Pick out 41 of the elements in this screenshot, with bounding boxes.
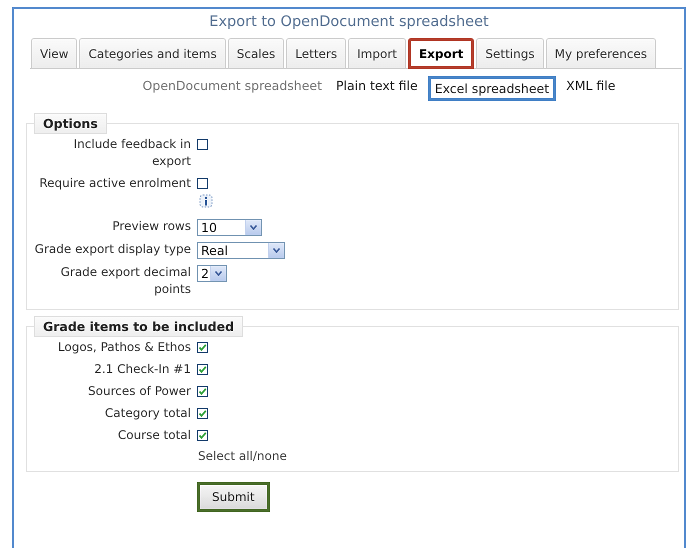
checkbox[interactable]	[197, 364, 208, 375]
tab[interactable]: Import	[348, 38, 406, 68]
tab[interactable]: Settings	[476, 38, 544, 68]
caret-icon	[273, 248, 280, 253]
field-label: Include feedback in export	[72, 136, 191, 170]
tab[interactable]: Letters	[286, 38, 346, 68]
format-link[interactable]: Excel spreadsheet	[428, 76, 556, 101]
tab[interactable]: Scales	[228, 38, 284, 68]
info-icon[interactable]	[199, 194, 213, 208]
item-label: Sources of Power	[88, 383, 191, 400]
item-label: Course total	[118, 427, 191, 444]
format-link[interactable]: Plain text file	[332, 76, 422, 101]
tab[interactable]: Export	[408, 38, 474, 69]
format-link[interactable]: XML file	[562, 76, 620, 101]
caret-icon	[215, 271, 222, 276]
dropdown[interactable]: Real	[197, 242, 285, 259]
checkbox[interactable]	[197, 178, 208, 189]
item-label: Category total	[104, 405, 191, 422]
format-link[interactable]: OpenDocument spreadsheet	[138, 76, 326, 101]
checkbox[interactable]	[197, 408, 208, 419]
tab[interactable]: View	[31, 38, 78, 68]
tab[interactable]: Categories and items	[79, 38, 226, 68]
dropdown[interactable]: 2	[197, 265, 227, 282]
field-label: Grade export decimal points	[60, 264, 191, 298]
field-label: Grade export display type	[34, 241, 191, 258]
checkbox[interactable]	[197, 386, 208, 397]
item-label: Logos, Pathos & Ethos	[58, 339, 191, 356]
checkbox[interactable]	[197, 342, 208, 353]
checkbox[interactable]	[197, 139, 208, 150]
checkbox[interactable]	[197, 430, 208, 441]
tab[interactable]: My preferences	[546, 38, 656, 68]
caret-icon	[250, 225, 257, 230]
field-label: Preview rows	[112, 218, 191, 235]
submit-button[interactable]: Submit	[197, 482, 270, 512]
select-all-link[interactable]: Select all/none	[198, 449, 672, 463]
section-legend: Options	[34, 113, 107, 134]
field-label: Require active enrolment	[39, 175, 191, 192]
dropdown[interactable]: 10	[197, 219, 262, 236]
page-title: Export to OpenDocument spreadsheet	[208, 14, 490, 30]
section-legend: Grade items to be included	[34, 316, 244, 337]
item-label: 2.1 Check-In #1	[94, 361, 191, 378]
